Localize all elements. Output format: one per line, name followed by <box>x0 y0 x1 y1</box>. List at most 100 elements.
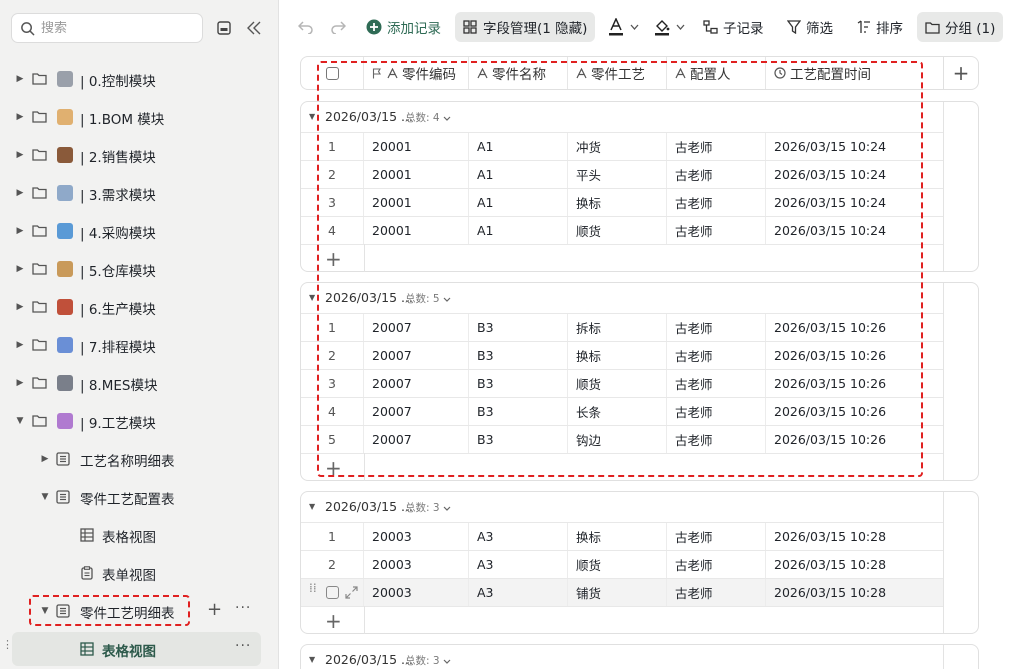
table-cell[interactable]: B3 <box>469 314 568 341</box>
table-cell[interactable]: 2026/03/15 10:28 <box>766 551 943 578</box>
table-cell[interactable]: 古老师 <box>667 398 766 425</box>
caret-down-icon[interactable]: ▼ <box>309 655 315 664</box>
table-cell[interactable]: 2026/03/15 10:26 <box>766 370 943 397</box>
table-cell[interactable]: 20007 <box>364 370 469 397</box>
table-cell[interactable]: 古老师 <box>667 579 766 606</box>
table-cell[interactable]: 2026/03/15 10:24 <box>766 217 943 244</box>
table-cell[interactable]: 20007 <box>364 398 469 425</box>
sidebar-panel-button[interactable] <box>214 18 234 38</box>
table-cell[interactable]: 20007 <box>364 342 469 369</box>
table-row[interactable]: 1 20007 B3 拆标 古老师 2026/03/15 10:26 <box>301 313 943 341</box>
add-column-button[interactable]: + <box>943 56 979 90</box>
more-icon[interactable]: ··· <box>235 638 251 654</box>
sidebar-folder-9[interactable]: ▼ | 9.工艺模块 <box>0 404 278 438</box>
caret-right-icon[interactable]: ▶ <box>15 150 25 160</box>
sidebar-folder-4[interactable]: ▶ | 4.采购模块 <box>0 214 278 248</box>
search-box[interactable] <box>11 13 203 43</box>
column-header-1[interactable]: 零件名称 <box>469 57 568 89</box>
column-header-3[interactable]: 配置人 <box>667 57 766 89</box>
table-cell[interactable]: 20003 <box>364 579 469 606</box>
sidebar-folder-6[interactable]: ▶ | 6.生产模块 <box>0 290 278 324</box>
table-cell[interactable]: 20001 <box>364 217 469 244</box>
caret-down-icon[interactable]: ▼ <box>309 502 315 511</box>
table-cell[interactable]: 换标 <box>568 189 667 216</box>
table-cell[interactable]: 2026/03/15 10:24 <box>766 161 943 188</box>
drag-handle-icon[interactable]: ⁞⁞ <box>309 582 317 594</box>
group-button[interactable]: 分组 (1) <box>917 12 1004 42</box>
undo-button[interactable] <box>298 12 314 42</box>
table-cell[interactable]: 古老师 <box>667 342 766 369</box>
table-cell[interactable]: 顺货 <box>568 217 667 244</box>
table-cell[interactable]: 2026/03/15 10:28 <box>766 579 943 606</box>
collapse-sidebar-button[interactable] <box>244 18 264 38</box>
caret-right-icon[interactable]: ▶ <box>15 340 25 350</box>
sort-button[interactable]: 排序 <box>857 12 903 42</box>
add-row-button[interactable]: + <box>301 244 943 272</box>
column-header-4[interactable]: 工艺配置时间 <box>766 57 943 89</box>
table-cell[interactable]: 20007 <box>364 314 469 341</box>
table-cell[interactable]: 古老师 <box>667 551 766 578</box>
table-cell[interactable]: 古老师 <box>667 161 766 188</box>
sidebar-subitem-5[interactable]: 表格视图 ··· <box>12 632 261 666</box>
caret-right-icon[interactable]: ▶ <box>40 454 50 464</box>
table-cell[interactable]: 20001 <box>364 189 469 216</box>
sidebar-subitem-4[interactable]: ▼ 零件工艺明细表 + ··· <box>0 594 278 628</box>
table-cell[interactable]: 古老师 <box>667 314 766 341</box>
table-cell[interactable]: 2026/03/15 10:26 <box>766 426 943 453</box>
caret-right-icon[interactable]: ▶ <box>15 378 25 388</box>
table-cell[interactable]: 古老师 <box>667 217 766 244</box>
table-row[interactable]: 2 20007 B3 换标 古老师 2026/03/15 10:26 <box>301 341 943 369</box>
table-cell[interactable]: 古老师 <box>667 133 766 160</box>
caret-down-icon[interactable]: ▼ <box>40 606 50 616</box>
add-record-button[interactable]: 添加记录 <box>366 12 441 42</box>
sub-record-button[interactable]: 子记录 <box>703 12 764 42</box>
sidebar-subitem-3[interactable]: 表单视图 <box>0 556 278 590</box>
table-cell[interactable]: A1 <box>469 133 568 160</box>
table-cell[interactable]: B3 <box>469 342 568 369</box>
table-cell[interactable]: 20007 <box>364 426 469 453</box>
add-row-button[interactable]: + <box>301 453 943 481</box>
table-cell[interactable]: 2026/03/15 10:26 <box>766 398 943 425</box>
table-cell[interactable]: 2026/03/15 10:24 <box>766 133 943 160</box>
table-cell[interactable]: A1 <box>469 161 568 188</box>
table-row[interactable]: 3 20001 A1 换标 古老师 2026/03/15 10:24 <box>301 188 943 216</box>
text-color-button[interactable] <box>608 12 639 42</box>
table-cell[interactable]: A1 <box>469 189 568 216</box>
table-cell[interactable]: 顺货 <box>568 551 667 578</box>
table-cell[interactable]: B3 <box>469 398 568 425</box>
table-cell[interactable]: 顺货 <box>568 370 667 397</box>
search-input[interactable] <box>41 20 191 36</box>
table-cell[interactable]: 2026/03/15 10:26 <box>766 314 943 341</box>
caret-right-icon[interactable]: ▶ <box>15 188 25 198</box>
chevron-down-icon[interactable] <box>443 297 451 302</box>
caret-down-icon[interactable]: ▼ <box>309 112 315 121</box>
table-cell[interactable]: A3 <box>469 523 568 550</box>
table-row[interactable]: 4 20001 A1 顺货 古老师 2026/03/15 10:24 <box>301 216 943 244</box>
table-cell[interactable]: 拆标 <box>568 314 667 341</box>
table-row[interactable]: 1 20003 A3 换标 古老师 2026/03/15 10:28 <box>301 522 943 550</box>
sidebar-folder-5[interactable]: ▶ | 5.仓库模块 <box>0 252 278 286</box>
field-manage-button[interactable]: 字段管理(1 隐藏) <box>455 12 596 42</box>
sidebar-folder-3[interactable]: ▶ | 3.需求模块 <box>0 176 278 210</box>
fill-color-button[interactable] <box>654 12 685 42</box>
table-cell[interactable]: B3 <box>469 426 568 453</box>
chevron-down-icon[interactable] <box>443 116 451 121</box>
table-row[interactable]: 3 20007 B3 顺货 古老师 2026/03/15 10:26 <box>301 369 943 397</box>
caret-right-icon[interactable]: ▶ <box>15 264 25 274</box>
row-checkbox[interactable] <box>326 586 339 599</box>
table-row[interactable]: 2 20003 A3 顺货 古老师 2026/03/15 10:28 <box>301 550 943 578</box>
table-cell[interactable]: 古老师 <box>667 523 766 550</box>
table-cell[interactable]: B3 <box>469 370 568 397</box>
sidebar-subitem-0[interactable]: ▶ 工艺名称明细表 <box>0 442 278 476</box>
caret-right-icon[interactable]: ▶ <box>15 226 25 236</box>
table-cell[interactable]: 换标 <box>568 342 667 369</box>
table-cell[interactable]: A1 <box>469 217 568 244</box>
sidebar-folder-7[interactable]: ▶ | 7.排程模块 <box>0 328 278 362</box>
caret-right-icon[interactable]: ▶ <box>15 302 25 312</box>
table-cell[interactable]: 冲货 <box>568 133 667 160</box>
table-cell[interactable]: A3 <box>469 579 568 606</box>
table-cell[interactable]: 20001 <box>364 133 469 160</box>
table-row[interactable]: 1 20001 A1 冲货 古老师 2026/03/15 10:24 <box>301 132 943 160</box>
sidebar-folder-0[interactable]: ▶ | 0.控制模块 <box>0 62 278 96</box>
add-row-button[interactable]: + <box>301 606 943 634</box>
